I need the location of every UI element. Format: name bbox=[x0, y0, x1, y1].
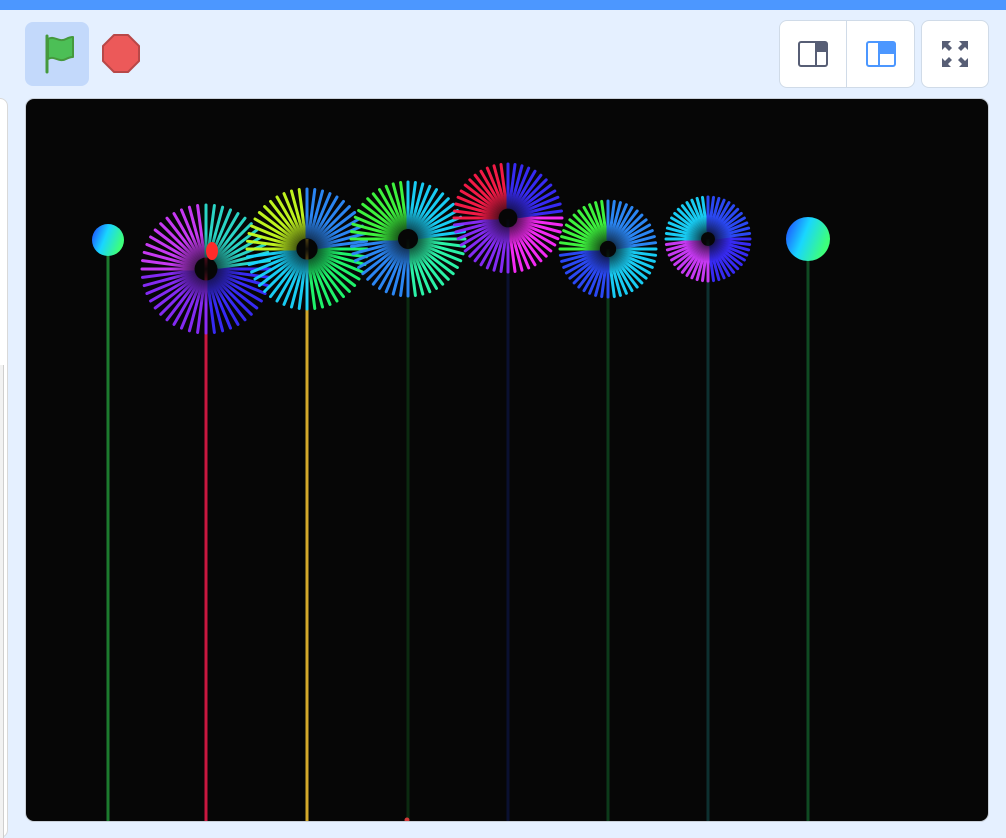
firework-core bbox=[170, 233, 242, 305]
large-stage-button[interactable] bbox=[847, 21, 914, 87]
stop-button[interactable] bbox=[98, 30, 144, 78]
stage-size-toggle bbox=[779, 20, 915, 88]
stage-canvas[interactable] bbox=[25, 98, 989, 822]
fullscreen-icon bbox=[942, 41, 968, 67]
firework-core bbox=[274, 216, 340, 282]
firework-spark bbox=[206, 242, 218, 260]
firework-8 bbox=[786, 217, 830, 821]
top-accent-bar bbox=[0, 0, 1006, 10]
large-stage-icon bbox=[865, 41, 896, 67]
firework-shell bbox=[92, 224, 124, 256]
fullscreen-button[interactable] bbox=[921, 20, 989, 88]
stop-sign-icon bbox=[102, 34, 140, 73]
firework-4 bbox=[349, 180, 467, 821]
left-panel-scroll-edge bbox=[0, 365, 4, 838]
firework-5 bbox=[452, 162, 564, 821]
green-flag-icon bbox=[45, 34, 74, 74]
small-stage-button[interactable] bbox=[780, 21, 847, 87]
firework-shell bbox=[786, 217, 830, 261]
green-flag-button[interactable] bbox=[25, 22, 89, 86]
firework-core bbox=[478, 188, 538, 248]
firework-core bbox=[376, 207, 440, 271]
small-stage-icon bbox=[798, 41, 828, 67]
firework-2 bbox=[140, 203, 272, 821]
fireworks-scene bbox=[92, 162, 830, 821]
firework-core bbox=[684, 215, 732, 263]
firework-1 bbox=[92, 224, 124, 821]
firework-core bbox=[581, 222, 635, 276]
firework-6 bbox=[558, 199, 658, 821]
firework-7 bbox=[664, 195, 752, 821]
